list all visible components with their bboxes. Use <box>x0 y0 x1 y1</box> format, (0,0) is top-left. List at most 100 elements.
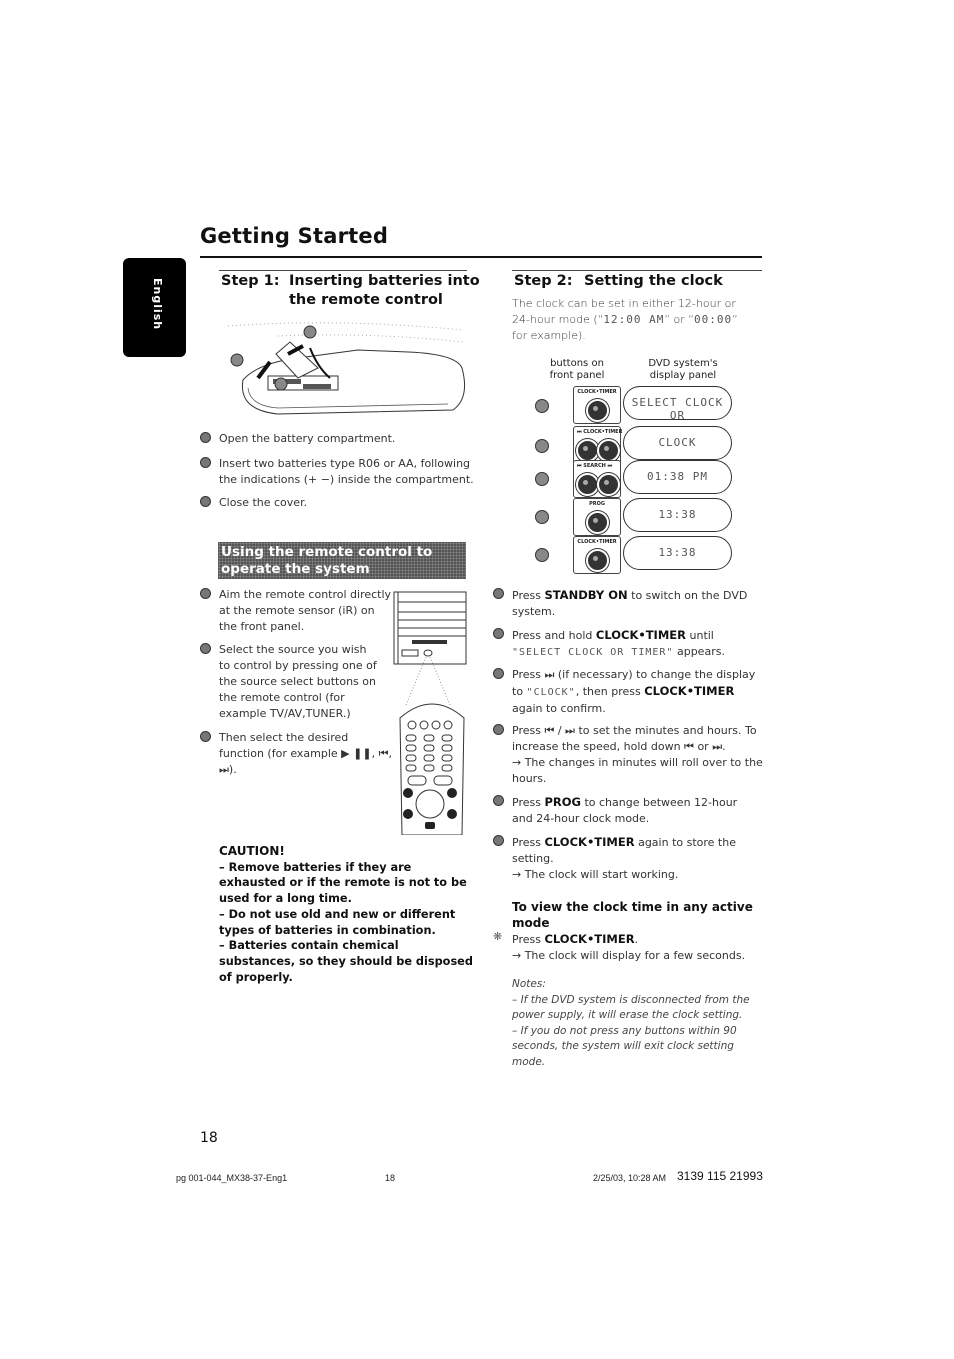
step1-number: Step 1: <box>221 273 280 289</box>
number-bullet-icon <box>493 628 504 639</box>
view-clock-instruction: ❋ Press CLOCK•TIMER. → The clock will dis… <box>493 930 746 962</box>
clock-timer-knob-icon <box>586 399 609 422</box>
number-bullet-icon <box>200 496 211 507</box>
caution-title: CAUTION! <box>219 844 285 858</box>
instruction-text: Aim the remote control directly at the r… <box>219 588 392 633</box>
step2-divider <box>512 270 762 271</box>
diagram-button-group: CLOCK•TIMER <box>573 386 621 424</box>
button-label: PROG <box>589 501 605 507</box>
step2-heading: Step 2: Setting the clock <box>514 272 764 291</box>
remote-aim-illustration <box>393 591 467 835</box>
diagram-lcd-display: 13:38 <box>623 536 732 570</box>
instruction-text: Open the battery compartment. <box>219 432 396 445</box>
lcd-text: SELECT CLOCK OR <box>631 396 724 422</box>
key-label: CLOCK•TIMER <box>544 835 635 849</box>
note-item: – If you do not press any buttons within… <box>512 1024 737 1068</box>
button-label: ⏭ CLOCK•TIMER <box>577 429 623 435</box>
button-label: CLOCK•TIMER <box>577 389 617 395</box>
footer-page: 18 <box>385 1173 396 1183</box>
key-label: CLOCK•TIMER <box>544 932 635 946</box>
clock-timer-knob-icon <box>597 439 620 462</box>
step-marker-3-icon <box>274 377 288 391</box>
intro-text: ” or “ <box>664 313 694 326</box>
language-tab: English <box>123 258 186 357</box>
page-title: Getting Started <box>200 224 389 248</box>
instruction-text: Then select the desired function (for ex… <box>219 731 392 776</box>
diagram-step-marker-icon <box>535 510 549 524</box>
next-knob-icon <box>576 439 599 462</box>
diagram-lcd-display: CLOCK <box>623 426 732 460</box>
key-label: STANDBY ON <box>544 588 628 602</box>
caution-item: – Remove batteries if they are exhausted… <box>219 860 467 906</box>
lcd-text: 13:38 <box>658 546 697 559</box>
step1-title-line1: Inserting batteries into <box>289 273 480 289</box>
language-tab-label: English <box>151 278 164 331</box>
number-bullet-icon <box>493 795 504 806</box>
title-divider <box>200 256 762 258</box>
step2-instruction-1: Press STANDBY ON to switch on the DVD sy… <box>493 587 758 620</box>
lcd-text: 01:38 PM <box>647 470 708 483</box>
number-bullet-icon <box>200 432 211 443</box>
note-item: – If the DVD system is disconnected from… <box>512 993 750 1022</box>
diagram-step-marker-icon <box>535 548 549 562</box>
remote-section-banner: Using the remote control to operate the … <box>218 542 466 579</box>
instruction-text: Close the cover. <box>219 496 308 509</box>
step1-instruction-3: Close the cover. <box>200 495 475 511</box>
footer-filename: pg 001-044_MX38-37-Eng1 <box>176 1173 288 1183</box>
lcd-text: "CLOCK" <box>526 687 576 698</box>
diagram-button-group: PROG <box>573 498 621 536</box>
number-bullet-icon <box>200 457 211 468</box>
clock-timer-knob-icon <box>586 549 609 572</box>
step2-intro: The clock can be set in either 12-hour o… <box>512 296 752 344</box>
step2-number: Step 2: <box>514 273 573 289</box>
diagram-lcd-display: SELECT CLOCK OR <box>623 386 732 422</box>
lcd-text: CLOCK <box>658 436 697 449</box>
result-text: → The changes in minutes will roll over … <box>512 756 763 785</box>
result-text: → The clock will display for a few secon… <box>512 949 746 962</box>
lcd-text: "SELECT CLOCK OR TIMER" <box>512 647 674 658</box>
diagram-col-display: DVD system's display panel <box>648 358 718 381</box>
notes-box: Notes: – If the DVD system is disconnect… <box>512 977 767 1070</box>
step-marker-2-icon <box>230 353 244 367</box>
step2-instruction-3: Press ⏭ (if necessary) to change the dis… <box>493 667 763 717</box>
lcd-text: 00:00 <box>693 313 733 326</box>
remote-instruction-1: Aim the remote control directly at the r… <box>200 587 392 635</box>
step1-instruction-1: Open the battery compartment. <box>200 431 475 447</box>
caution-item: – Do not use old and new or different ty… <box>219 907 456 937</box>
ir-sensor-icon <box>423 649 433 657</box>
step1-title-line2: the remote control <box>289 292 443 308</box>
number-bullet-icon <box>493 724 504 735</box>
diagram-button-group: CLOCK•TIMER <box>573 536 621 574</box>
lcd-text: 12:00 AM <box>603 313 665 326</box>
prog-knob-icon <box>586 511 609 534</box>
remote-instruction-3: Then select the desired function (for ex… <box>200 730 392 778</box>
dotted-shading <box>227 322 464 331</box>
button-label: ⏮ SEARCH ⏭ <box>577 463 613 469</box>
number-bullet-icon <box>493 835 504 846</box>
diagram-lcd-display: 01:38 PM <box>623 460 732 494</box>
number-bullet-icon <box>493 588 504 599</box>
caution-box: CAUTION! – Remove batteries if they are … <box>219 844 474 985</box>
prev-knob-icon <box>576 473 599 496</box>
instruction-text: Select the source you wish to control by… <box>219 643 377 720</box>
number-bullet-icon <box>493 668 504 679</box>
diagram-step-marker-icon <box>535 399 549 413</box>
number-bullet-icon <box>200 731 211 742</box>
key-label: CLOCK•TIMER <box>644 684 735 698</box>
step2-instruction-5: Press PROG to change between 12-hour and… <box>493 794 758 827</box>
number-bullet-icon <box>200 588 211 599</box>
step2-instruction-6: Press CLOCK•TIMER again to store the set… <box>493 834 758 883</box>
remote-battery-illustration <box>227 322 465 415</box>
diagram-step-marker-icon <box>535 439 549 453</box>
step1-heading: Step 1: Inserting batteries into the remo… <box>221 272 481 310</box>
clock-setting-diagram: buttons on front panel DVD system's disp… <box>515 352 760 577</box>
footer-datetime: 2/25/03, 10:28 AM <box>593 1173 667 1183</box>
diagram-button-group: ⏭ CLOCK•TIMER <box>573 426 623 464</box>
instruction-text: Insert two batteries type R06 or AA, fol… <box>219 457 474 486</box>
battery-icon <box>303 384 331 389</box>
step1-instruction-2: Insert two batteries type R06 or AA, fol… <box>200 456 475 488</box>
result-text: → The clock will start working. <box>512 868 679 881</box>
diagram-col-buttons: buttons on front panel <box>549 358 605 381</box>
button-label: CLOCK•TIMER <box>577 539 617 545</box>
notes-title: Notes: <box>512 978 546 990</box>
